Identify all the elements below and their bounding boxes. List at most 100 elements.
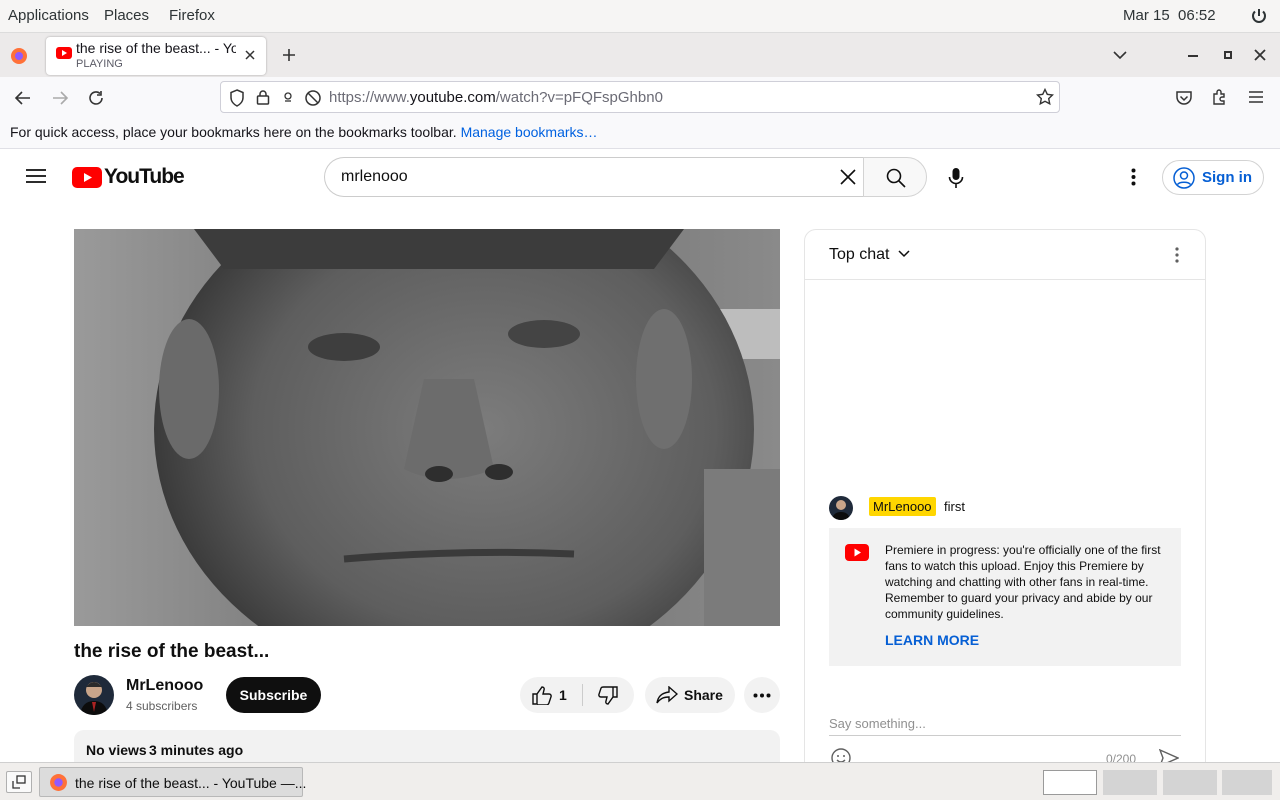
share-label: Share (684, 687, 723, 703)
account-icon (1173, 167, 1195, 189)
premiere-notice-text: Premiere in progress: you're officially … (885, 543, 1161, 621)
chat-message[interactable]: MrLenooo first (805, 492, 1205, 524)
search-query: mrlenooo (341, 168, 408, 185)
maximize-icon[interactable] (1224, 51, 1232, 59)
search-icon (886, 168, 906, 188)
video-title: the rise of the beast... (74, 641, 270, 662)
browser-tab-active[interactable]: the rise of the beast... - YouTube PLAYI… (46, 37, 266, 75)
desktop-icon (12, 775, 26, 789)
video-views: No views (86, 742, 147, 758)
clear-search-icon[interactable] (840, 169, 856, 185)
chat-more-icon[interactable] (1175, 247, 1179, 263)
workspace-1[interactable] (1043, 770, 1097, 795)
clock[interactable]: Mar 15 06:52 (1123, 7, 1216, 24)
like-divider (582, 684, 583, 706)
more-actions-button[interactable] (744, 677, 780, 713)
pocket-icon[interactable] (1175, 89, 1193, 107)
channel-name[interactable]: MrLenooo (126, 677, 203, 695)
voice-search-icon[interactable] (948, 167, 964, 189)
top-chat-label: Top chat (829, 246, 890, 263)
firefox-menu[interactable]: Firefox (169, 7, 215, 24)
top-chat-selector[interactable]: Top chat (829, 246, 889, 264)
show-desktop-button[interactable] (6, 771, 32, 793)
chat-header: Top chat (805, 230, 1205, 280)
settings-more-icon[interactable] (1131, 168, 1136, 186)
system-top-bar: Applications Places Firefox Mar 15 06:52 (0, 0, 1280, 33)
video-description-box[interactable]: No views 3 minutes ago (74, 730, 780, 762)
extensions-icon[interactable] (1211, 88, 1229, 106)
taskbar-window-title: the rise of the beast... - YouTube —... (75, 775, 307, 791)
youtube-logo-icon (72, 167, 102, 188)
firefox-view-icon[interactable] (10, 47, 28, 65)
applications-menu[interactable]: Applications (8, 7, 89, 24)
close-tab-icon[interactable] (244, 49, 256, 61)
browser-nav-bar: https://www.youtube.com/watch?v=pFQFspGh… (0, 77, 1280, 119)
forward-icon[interactable] (51, 89, 69, 107)
subscriber-count: 4 subscribers (126, 699, 198, 713)
video-frame-image (74, 229, 780, 626)
tab-title: the rise of the beast... - YouTube (76, 40, 236, 56)
workspace-3[interactable] (1163, 770, 1217, 795)
chevron-down-icon[interactable] (898, 250, 910, 258)
system-taskbar: the rise of the beast... - YouTube —... (0, 762, 1280, 800)
search-button[interactable] (863, 157, 927, 197)
minimize-icon[interactable] (1188, 55, 1198, 57)
share-button[interactable]: Share (645, 677, 735, 713)
reload-icon[interactable] (87, 89, 105, 107)
emoji-icon[interactable] (831, 748, 851, 762)
shield-icon[interactable] (229, 89, 245, 107)
app-menu-icon[interactable] (1248, 90, 1264, 104)
browser-tab-bar: the rise of the beast... - YouTube PLAYI… (0, 33, 1280, 77)
workspace-4[interactable] (1222, 770, 1272, 795)
video-age: 3 minutes ago (149, 742, 244, 758)
chat-author-avatar (829, 496, 853, 520)
youtube-page: YouTube mrlenooo Sign in the rise of the… (0, 150, 1280, 762)
search-input[interactable]: mrlenooo (324, 157, 864, 197)
chat-input[interactable]: Say something... (829, 710, 1181, 736)
video-player[interactable] (74, 229, 780, 626)
youtube-favicon (56, 47, 72, 59)
bookmarks-hint: For quick access, place your bookmarks h… (10, 124, 457, 140)
send-icon[interactable] (1159, 749, 1179, 762)
chat-char-counter: 0/200 (1106, 752, 1137, 762)
url-bar[interactable]: https://www.youtube.com/watch?v=pFQFspGh… (220, 81, 1060, 113)
dislike-button[interactable] (598, 686, 618, 705)
url-path: /watch?v=pFQFspGhbn0 (495, 89, 663, 106)
chat-message-text: first (944, 499, 965, 514)
live-chat-panel: Top chat MrLenooo first Premiere in prog… (804, 229, 1206, 762)
like-count: 1 (559, 687, 567, 703)
like-dislike-group: 1 (520, 677, 634, 713)
chat-input-placeholder: Say something... (829, 716, 926, 731)
lock-icon[interactable] (256, 89, 270, 105)
channel-avatar[interactable] (74, 675, 114, 715)
back-icon[interactable] (14, 89, 32, 107)
like-button[interactable] (532, 686, 552, 705)
close-window-icon[interactable] (1254, 49, 1266, 61)
list-tabs-icon[interactable] (1112, 48, 1128, 62)
places-menu[interactable]: Places (104, 7, 149, 24)
tab-status: PLAYING (76, 58, 123, 70)
new-tab-icon[interactable] (281, 47, 297, 63)
share-icon (656, 686, 678, 704)
sign-in-button[interactable]: Sign in (1162, 160, 1264, 195)
workspace-2[interactable] (1103, 770, 1157, 795)
url-domain: youtube.com (409, 89, 496, 106)
youtube-notice-icon (845, 544, 869, 561)
chat-author-badge: MrLenooo (869, 497, 936, 516)
youtube-logo-text: YouTube (104, 165, 185, 188)
permissions-icon[interactable] (283, 89, 321, 107)
subscribe-button[interactable]: Subscribe (226, 677, 321, 713)
learn-more-link[interactable]: LEARN MORE (885, 632, 979, 648)
firefox-icon (49, 773, 68, 792)
url-text[interactable]: https://www.youtube.com/watch?v=pFQFspGh… (329, 89, 663, 106)
taskbar-window-firefox[interactable]: the rise of the beast... - YouTube —... (39, 767, 307, 797)
more-horizontal-icon (753, 693, 771, 698)
power-icon[interactable] (1250, 7, 1268, 25)
bookmark-star-icon[interactable] (1036, 88, 1054, 106)
premiere-notice: Premiere in progress: you're officially … (829, 528, 1181, 666)
bookmarks-toolbar: For quick access, place your bookmarks h… (0, 119, 1280, 149)
url-prefix: https://www. (329, 89, 410, 106)
sign-in-label: Sign in (1202, 169, 1252, 186)
manage-bookmarks-link[interactable]: Manage bookmarks… (461, 124, 598, 140)
guide-menu-icon[interactable] (26, 168, 46, 184)
